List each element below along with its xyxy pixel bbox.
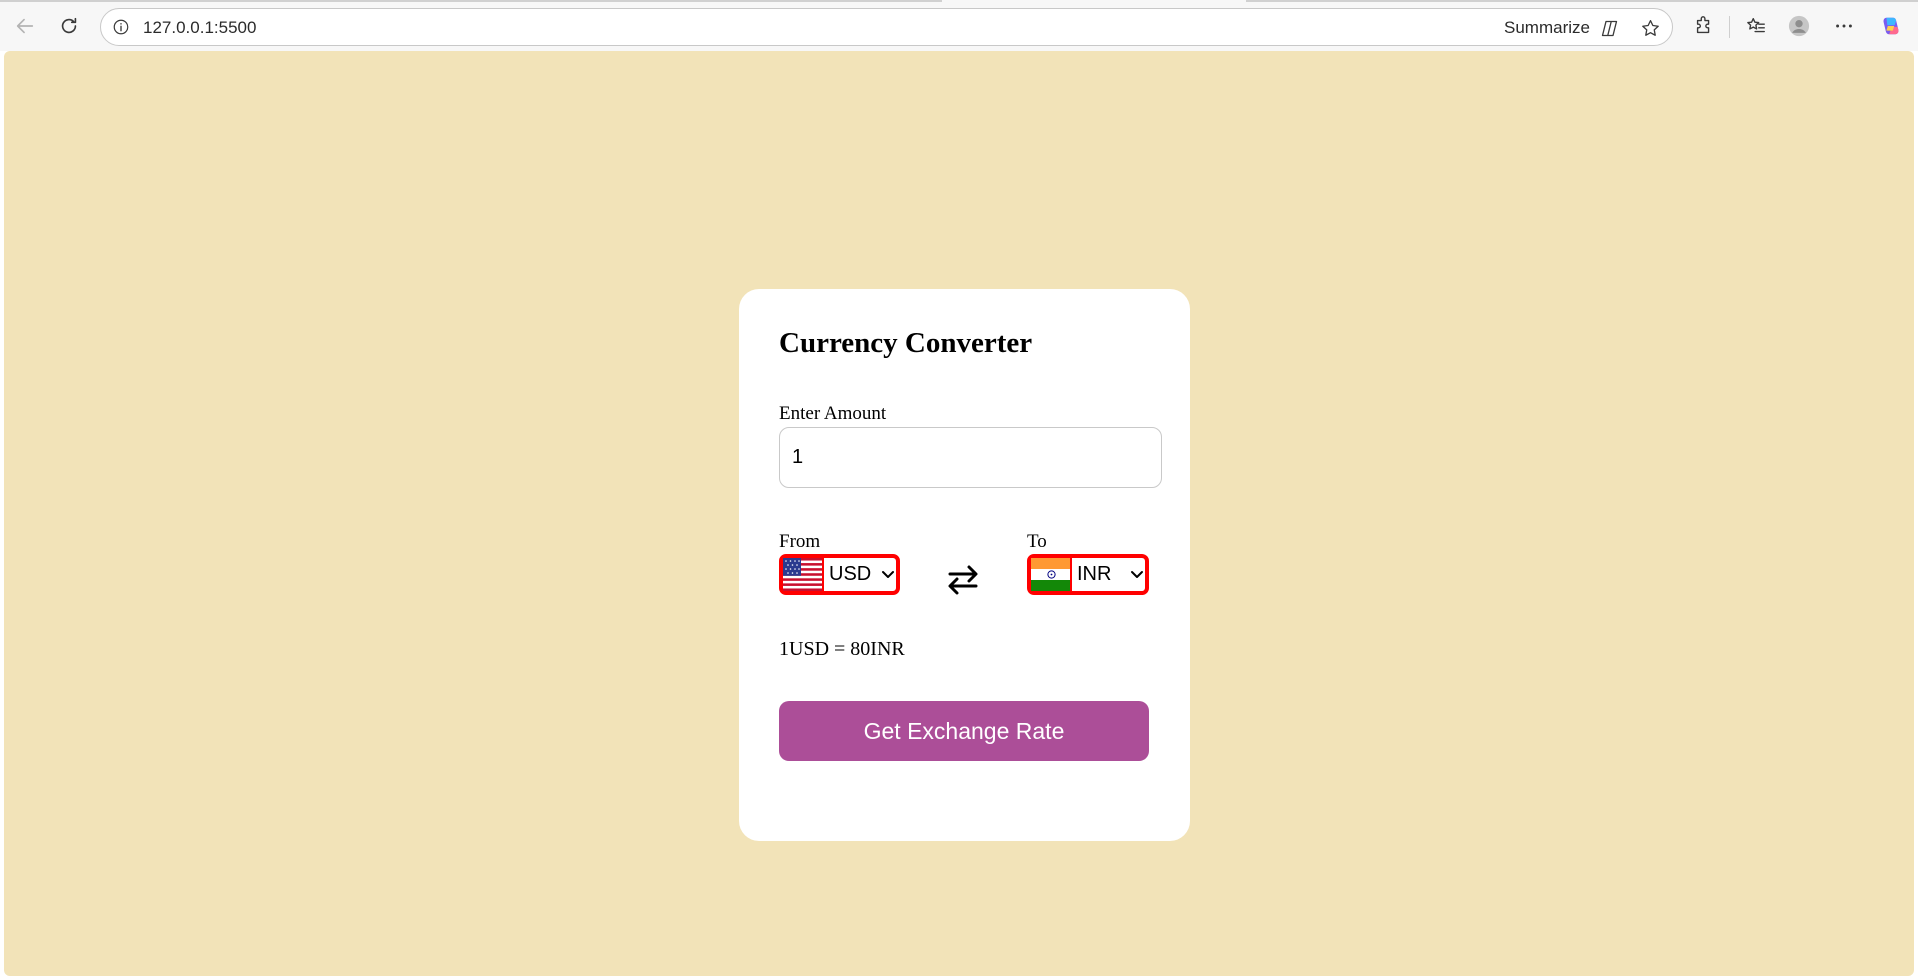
puzzle-piece-icon <box>1696 16 1710 34</box>
extensions-button[interactable] <box>1690 12 1718 40</box>
india-flag-icon <box>1031 558 1072 591</box>
from-label: From <box>779 531 821 552</box>
ellipsis-icon <box>1836 24 1852 28</box>
favorite-star-icon[interactable] <box>1638 16 1662 40</box>
from-currency-value: USD <box>829 563 872 585</box>
page-background: Currency Converter Enter Amount From <box>4 51 1914 976</box>
copilot-summarize-icon[interactable] <box>1597 16 1621 40</box>
converter-card: Currency Converter Enter Amount From <box>739 289 1190 841</box>
site-info-icon[interactable] <box>111 17 131 37</box>
back-button[interactable] <box>10 11 40 41</box>
page-title: Currency Converter <box>779 327 1033 359</box>
address-bar[interactable]: 127.0.0.1:5500 Summarize <box>100 8 1673 46</box>
favorites-button[interactable] <box>1742 12 1770 40</box>
tab-strip-edge <box>1246 0 1918 2</box>
amount-label: Enter Amount <box>779 403 887 424</box>
to-label: To <box>1027 531 1047 552</box>
url-text[interactable]: 127.0.0.1:5500 <box>143 18 256 38</box>
chevron-down-icon <box>1129 568 1145 582</box>
from-currency-select[interactable]: USD <box>779 554 900 595</box>
copilot-icon <box>1883 17 1899 35</box>
refresh-icon <box>61 17 77 34</box>
exchange-rate-message: 1USD = 80INR <box>779 638 905 660</box>
more-options-button[interactable] <box>1830 12 1858 40</box>
profile-button[interactable] <box>1785 12 1813 40</box>
toolbar-divider <box>1729 16 1730 38</box>
to-currency-select[interactable]: INR <box>1027 554 1149 595</box>
avatar-icon <box>1788 15 1810 37</box>
get-exchange-rate-button[interactable]: Get Exchange Rate <box>779 701 1149 761</box>
to-currency-value: INR <box>1077 563 1112 585</box>
amount-input[interactable] <box>779 427 1162 488</box>
us-flag-icon <box>783 558 824 591</box>
chevron-down-icon <box>880 568 896 582</box>
tab-strip-edge <box>0 0 942 2</box>
back-arrow-icon <box>16 18 34 34</box>
refresh-button[interactable] <box>54 11 84 41</box>
browser-toolbar: 127.0.0.1:5500 Summarize <box>0 0 1918 51</box>
summarize-button[interactable]: Summarize <box>1504 18 1590 38</box>
swap-currencies-icon[interactable] <box>945 561 981 597</box>
copilot-button[interactable] <box>1877 12 1905 40</box>
favorites-list-icon <box>1747 17 1765 33</box>
